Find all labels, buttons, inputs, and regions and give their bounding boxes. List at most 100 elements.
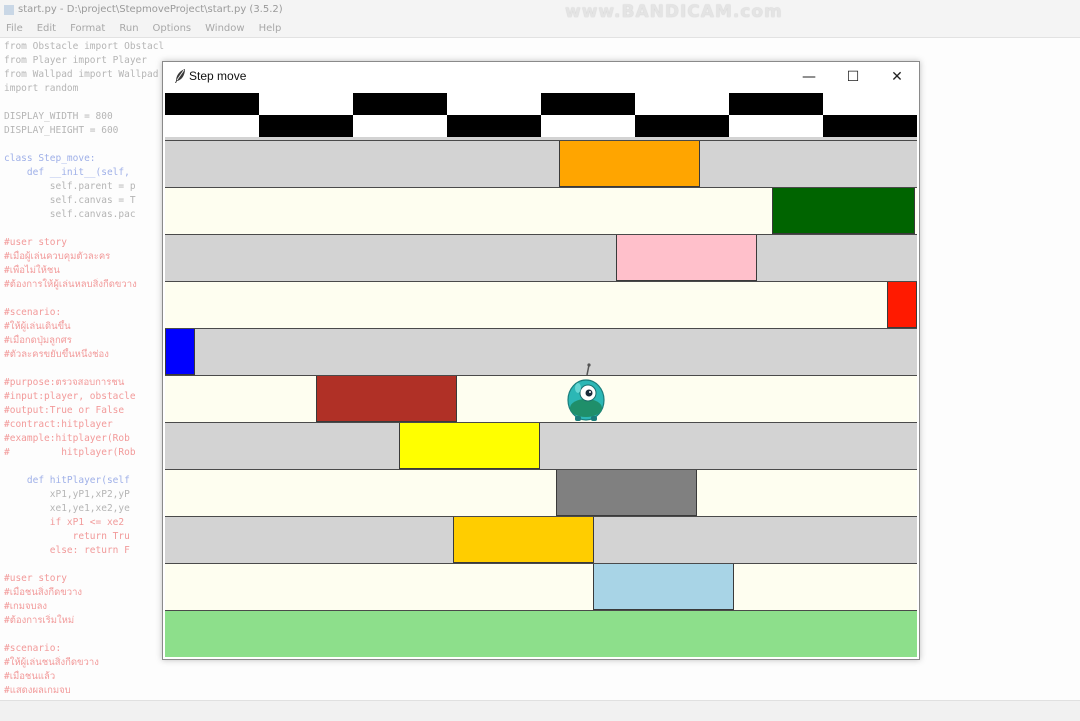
finish-checker-cell xyxy=(353,115,447,137)
code-line: DISPLAY_WIDTH = 800 xyxy=(4,111,113,122)
code-line: def hitPlayer(self xyxy=(4,475,130,486)
menu-window[interactable]: Window xyxy=(205,20,244,37)
finish-checker-cell xyxy=(541,93,635,115)
obstacle-block xyxy=(165,329,195,375)
lane-9 xyxy=(165,516,917,563)
code-line: #เมื่อผู้เล่นควบคุมตัวละคร xyxy=(4,251,111,262)
code-line: DISPLAY_HEIGHT = 600 xyxy=(4,125,119,136)
code-line: def __init__(self, xyxy=(4,167,130,178)
code-line: #เมื่อชนสิ่งกีดขวาง xyxy=(4,587,83,598)
lane-6 xyxy=(165,375,917,422)
code-line: #ให้ผู้เล่นเดินขึ้น xyxy=(4,321,71,332)
menu-options[interactable]: Options xyxy=(153,20,192,37)
code-line: return Tru xyxy=(4,531,130,542)
code-line: #ให้ผู้เล่นชนสิ่งกีดขวาง xyxy=(4,657,99,668)
editor-statusbar xyxy=(0,700,1080,721)
finish-checker-cell xyxy=(541,115,635,137)
lane-3 xyxy=(165,234,917,281)
obstacle-block xyxy=(556,470,697,516)
finish-checker-cell xyxy=(823,93,917,115)
code-line: #เพื่อไม่ให้ชน xyxy=(4,265,60,276)
code-line: #ต้องการให้ผู้เล่นหลบสิ่งกีดขวาง xyxy=(4,279,137,290)
start-grass-zone xyxy=(165,610,917,657)
obstacle-block xyxy=(772,188,915,234)
code-line: #purpose:ตรวจสอบการชน xyxy=(4,377,125,388)
code-line: xP1,yP1,xP2,yP xyxy=(4,489,130,500)
obstacle-block xyxy=(887,282,917,328)
code-line: #scenario: xyxy=(4,643,62,654)
code-line: class Step_move: xyxy=(4,153,96,164)
menu-format[interactable]: Format xyxy=(70,20,105,37)
code-editor-text[interactable]: from Obstacle import Obstacle from Player… xyxy=(4,40,164,700)
lane-2 xyxy=(165,187,917,234)
finish-checker-cell xyxy=(729,93,823,115)
close-button[interactable]: ✕ xyxy=(875,62,919,92)
bandicam-watermark: www.BANDICAM.com xyxy=(565,2,783,22)
editor-menubar: File Edit Format Run Options Window Help xyxy=(0,20,1080,38)
finish-checker-cell xyxy=(635,93,729,115)
code-line: #user story xyxy=(4,573,67,584)
step-move-window: Step move — ☐ ✕ xyxy=(162,61,920,660)
code-line: import random xyxy=(4,83,79,94)
code-line: #scenario: xyxy=(4,307,62,318)
menu-file[interactable]: File xyxy=(6,20,23,37)
editor-titlebar: start.py - D:\project\StepmoveProject\st… xyxy=(0,0,1080,20)
code-line: #แสดงผลเกมจบ xyxy=(4,685,71,696)
code-line: from Player import Player xyxy=(4,55,147,66)
code-line: #ตัวละครขยับขึ้นหนึ่งช่อง xyxy=(4,349,109,360)
finish-checker-cell xyxy=(447,115,541,137)
finish-checker-cell xyxy=(259,115,353,137)
menu-run[interactable]: Run xyxy=(119,20,138,37)
python-file-icon xyxy=(4,5,14,15)
obstacle-block xyxy=(593,564,734,610)
code-line: xe1,ye1,xe2,ye xyxy=(4,503,130,514)
code-line: #ต้องการเริ่มใหม่ xyxy=(4,615,75,626)
finish-checker-cell xyxy=(729,115,823,137)
finish-checker-cell xyxy=(447,93,541,115)
player-robot-icon xyxy=(567,363,605,421)
menu-edit[interactable]: Edit xyxy=(37,20,56,37)
finish-checker-cell xyxy=(165,115,259,137)
finish-checker-cell xyxy=(823,115,917,137)
obstacle-block xyxy=(453,517,594,563)
editor-title: start.py - D:\project\StepmoveProject\st… xyxy=(18,4,283,15)
code-line: from Wallpad import Wallpad xyxy=(4,69,159,80)
lane-5 xyxy=(165,328,917,375)
lane-1 xyxy=(165,140,917,187)
finish-checker-cell xyxy=(259,93,353,115)
lane-10 xyxy=(165,563,917,610)
tk-feather-icon xyxy=(175,69,185,83)
window-title: Step move xyxy=(189,69,247,83)
code-line: self.canvas = T xyxy=(4,195,136,206)
code-line: # hitplayer(Rob xyxy=(4,447,136,458)
finish-checker-cell xyxy=(353,93,447,115)
menu-help[interactable]: Help xyxy=(259,20,282,37)
obstacle-block xyxy=(616,235,757,281)
finish-checker-cell xyxy=(165,93,259,115)
lane-8 xyxy=(165,469,917,516)
lane-4 xyxy=(165,281,917,328)
minimize-button[interactable]: — xyxy=(787,62,831,92)
maximize-button[interactable]: ☐ xyxy=(831,62,875,92)
code-line: if xP1 <= xe2 xyxy=(4,517,125,528)
code-line: self.parent = p xyxy=(4,181,136,192)
code-line: else: return F xyxy=(4,545,130,556)
code-line: #user story xyxy=(4,237,67,248)
code-line: #เกมจบลง xyxy=(4,601,48,612)
window-titlebar[interactable]: Step move — ☐ ✕ xyxy=(163,62,919,92)
code-line: #เมื่อกดปุ่มลูกศร xyxy=(4,335,72,346)
obstacle-block xyxy=(316,376,457,422)
code-line: self.canvas.pac xyxy=(4,209,136,220)
lane-7 xyxy=(165,422,917,469)
game-canvas[interactable] xyxy=(165,93,917,657)
finish-checker-cell xyxy=(635,115,729,137)
obstacle-block xyxy=(399,423,540,469)
